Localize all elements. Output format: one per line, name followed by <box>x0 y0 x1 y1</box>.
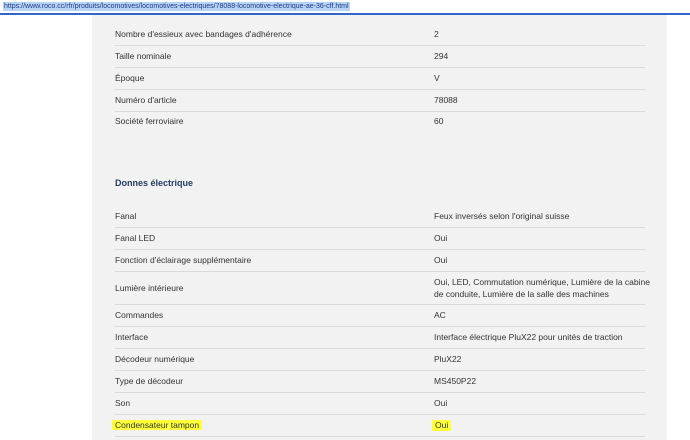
spec-label-highlighted: Condensateur tampon <box>112 420 203 430</box>
spec-value: 2 <box>434 29 439 39</box>
spec-value: Interface électrique PluX22 pour unités … <box>434 332 623 342</box>
spec-row: Taille nominale 294 <box>115 46 645 68</box>
spec-row: Numéro d'article 78088 <box>115 90 645 112</box>
spec-value: AC <box>434 310 446 320</box>
spec-row: Fanal Feux inversés selon l'original sui… <box>115 206 645 228</box>
spec-row: Commandes AC <box>115 305 645 327</box>
spec-value-highlighted: Oui <box>432 420 452 431</box>
spec-label: Taille nominale <box>115 51 172 61</box>
spec-row: Interface Interface électrique PluX22 po… <box>115 327 645 349</box>
address-bar[interactable]: https://www.roco.cc/rfr/produits/locomot… <box>0 0 690 15</box>
spec-label: Époque <box>115 73 145 83</box>
section-title: Donnes électrique <box>115 178 194 188</box>
spec-row: Lumière intérieure Oui, LED, Commutation… <box>115 272 650 305</box>
spec-value: 78088 <box>434 95 458 105</box>
spec-label: Lumière intérieure <box>115 283 184 293</box>
spec-label: Fanal <box>115 211 137 221</box>
spec-label: Société ferroviaire <box>115 116 184 126</box>
spec-label: Nombre d'essieux avec bandages d'adhéren… <box>115 29 292 39</box>
spec-label: Commandes <box>115 310 164 320</box>
spec-value: PluX22 <box>434 354 462 364</box>
spec-label: Type de décodeur <box>115 376 184 386</box>
spec-row: Fanal LED Oui <box>115 228 645 250</box>
spec-row: Époque V <box>115 68 645 90</box>
spec-value: V <box>434 73 440 83</box>
spec-value-line: Oui, LED, Commutation numérique, Lumière… <box>434 277 650 287</box>
spec-value: MS450P22 <box>434 376 477 386</box>
spec-label: Numéro d'article <box>115 95 177 105</box>
spec-value: Oui <box>434 233 448 243</box>
url-text[interactable]: https://www.roco.cc/rfr/produits/locomot… <box>3 2 350 11</box>
spec-row: Condensateur tampon Oui <box>112 415 645 437</box>
spec-row: Son Oui <box>115 393 645 415</box>
spec-value: Feux inversés selon l'original suisse <box>434 211 570 221</box>
spec-value: 294 <box>434 51 449 61</box>
spec-row: Décodeur numérique PluX22 <box>115 349 645 371</box>
spec-label: Fonction d'éclairage supplémentaire <box>115 255 252 265</box>
spec-row: Nombre d'essieux avec bandages d'adhéren… <box>115 24 645 46</box>
spec-label: Son <box>115 398 131 408</box>
spec-label: Fanal LED <box>115 233 156 243</box>
spec-label: Décodeur numérique <box>115 354 195 364</box>
spec-value: Oui <box>434 398 448 408</box>
spec-label: Interface <box>115 332 149 342</box>
spec-value: Oui <box>434 255 448 265</box>
spec-row: Fonction d'éclairage supplémentaire Oui <box>115 250 645 272</box>
spec-value-line: de conduite, Lumière de la salle des mac… <box>434 289 609 299</box>
spec-value: 60 <box>434 116 444 126</box>
spec-row: Société ferroviaire 60 <box>115 112 645 133</box>
spec-row: Type de décodeur MS450P22 <box>115 371 645 393</box>
